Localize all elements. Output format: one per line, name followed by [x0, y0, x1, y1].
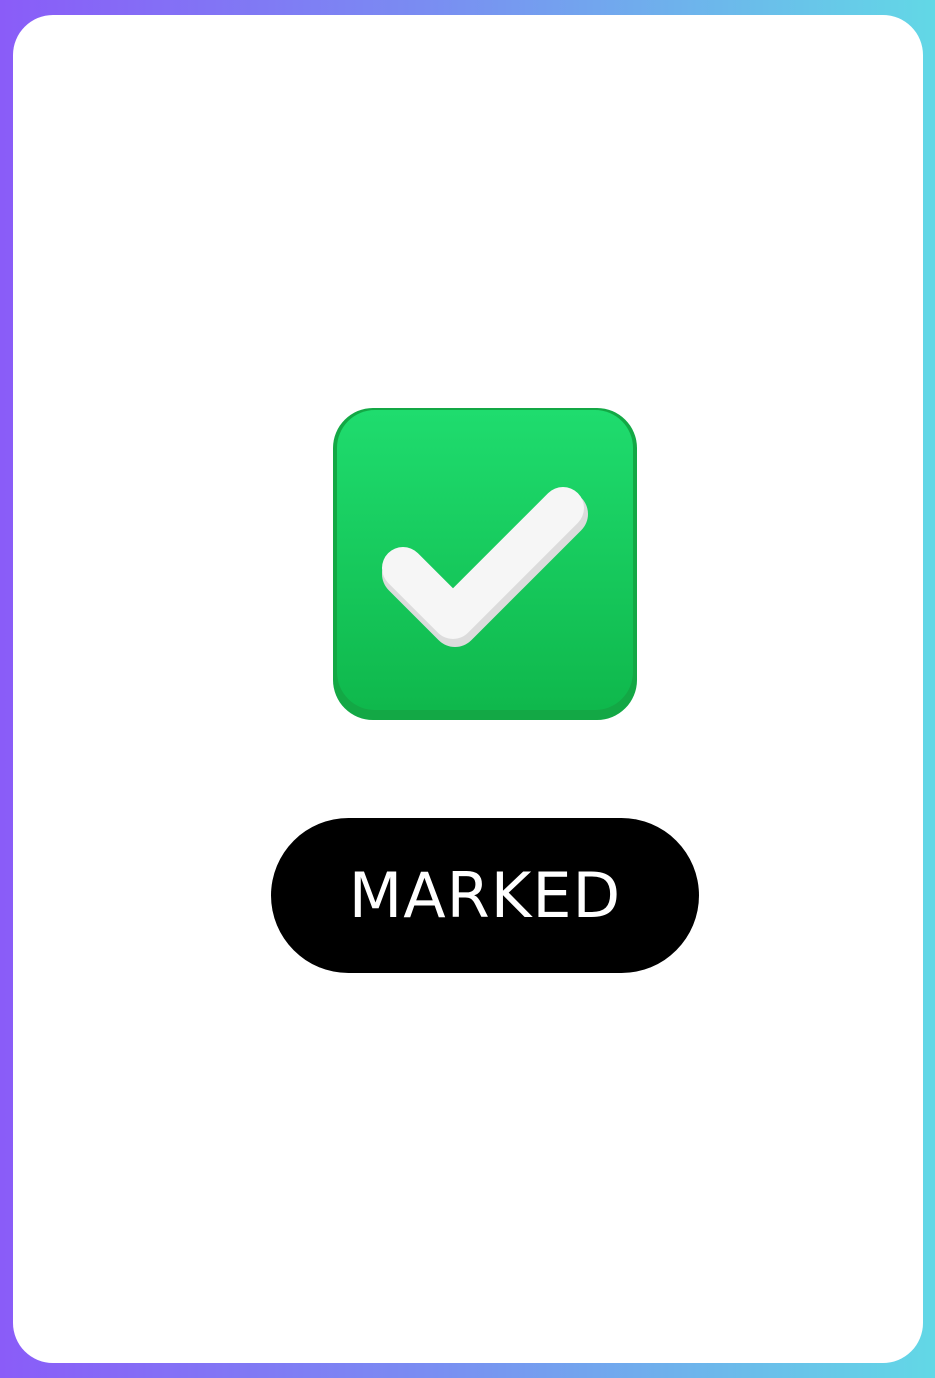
card: MARKED	[13, 15, 923, 1363]
status-label: MARKED	[348, 859, 622, 932]
marked-status-badge: MARKED	[271, 818, 699, 973]
check-square-icon	[333, 408, 637, 720]
